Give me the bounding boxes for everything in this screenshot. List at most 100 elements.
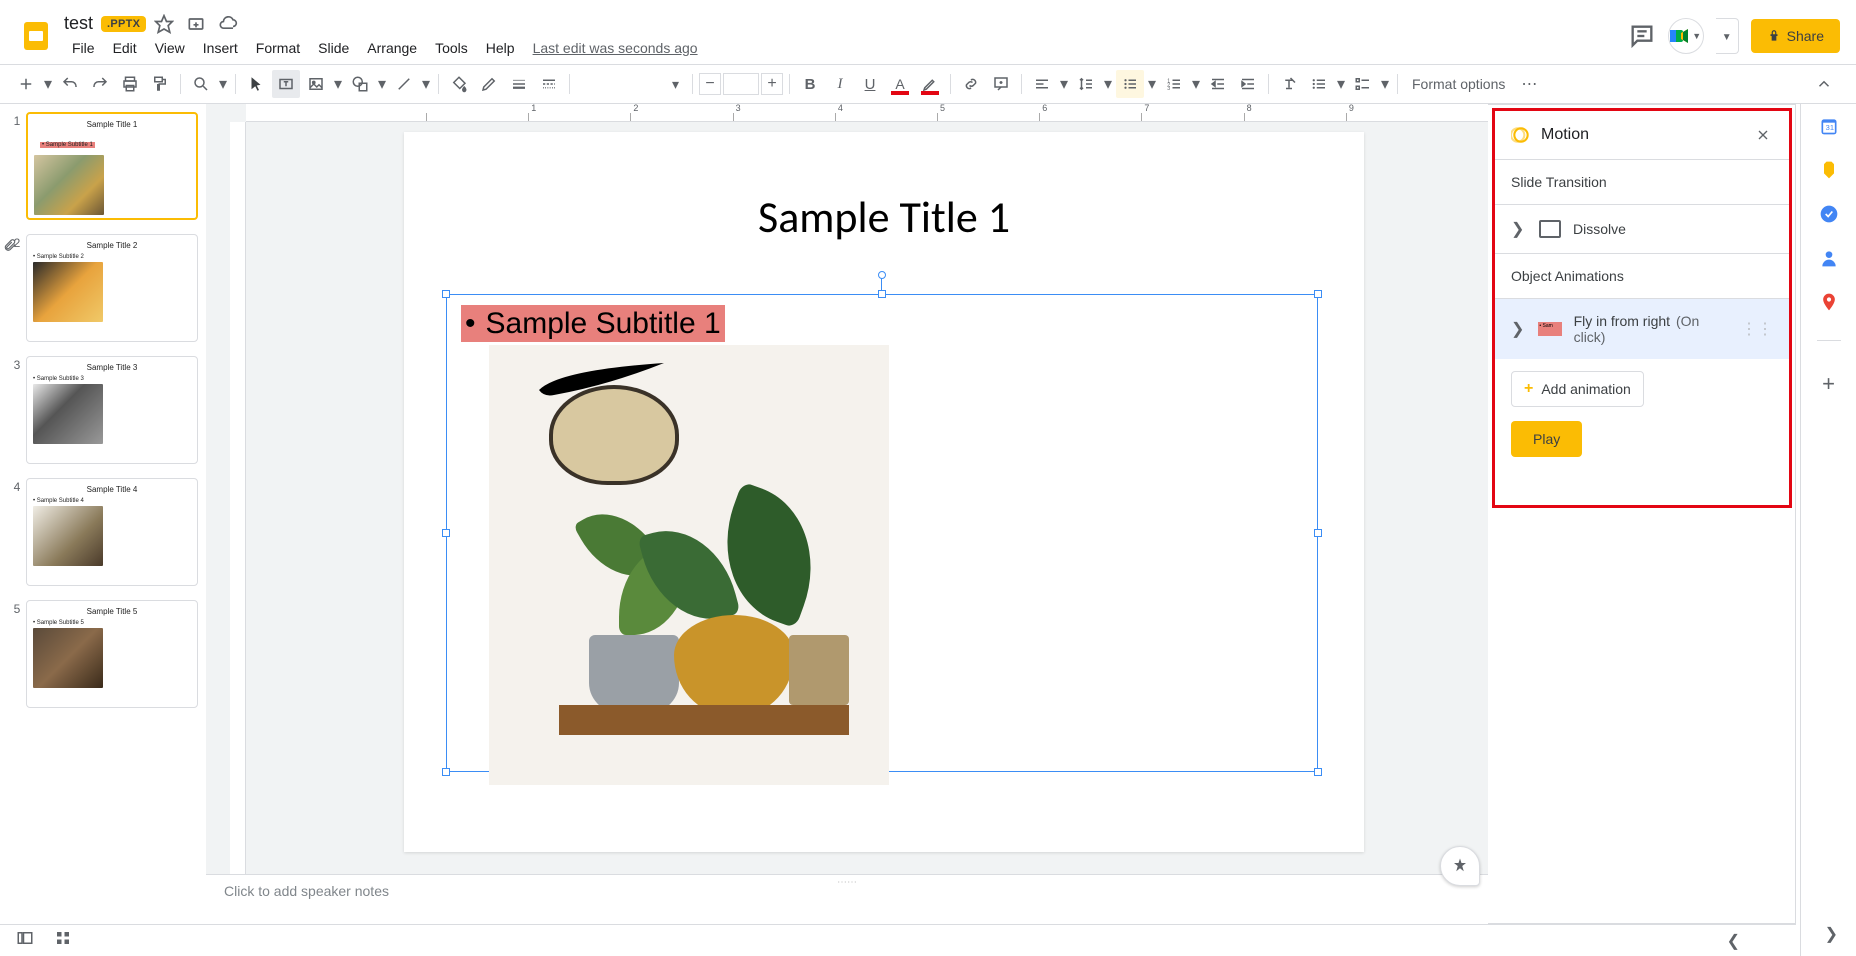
insert-comment-button[interactable] (987, 70, 1015, 98)
content-textbox[interactable]: •Sample Subtitle 1 (446, 294, 1318, 772)
drag-handle-icon[interactable]: ⋮⋮ (1741, 319, 1773, 339)
font-size-input[interactable] (723, 73, 759, 95)
font-size-decrease[interactable]: − (699, 73, 721, 95)
slides-logo-icon[interactable] (16, 16, 56, 56)
insert-link-button[interactable] (957, 70, 985, 98)
filmstrip[interactable]: 1 Sample Title 1 • Sample Subtitle 1 2 S… (0, 104, 206, 924)
bullet-list-button[interactable] (1116, 70, 1144, 98)
menu-view[interactable]: View (147, 38, 193, 58)
zoom-dropdown[interactable]: ▾ (217, 74, 229, 94)
slide-thumb-1[interactable]: 1 Sample Title 1 • Sample Subtitle 1 (8, 112, 198, 220)
resize-handle[interactable] (442, 290, 450, 298)
slide-thumb-2[interactable]: 2 Sample Title 2 • Sample Subtitle 2 (8, 234, 198, 342)
slide-title-text[interactable]: Sample Title 1 (404, 190, 1364, 244)
menu-edit[interactable]: Edit (105, 38, 145, 58)
menu-format[interactable]: Format (248, 38, 308, 58)
collapse-filmstrip-icon[interactable]: ❮ (1727, 931, 1740, 951)
clear-formatting-button[interactable] (1275, 70, 1303, 98)
decrease-indent-button[interactable] (1204, 70, 1232, 98)
comments-icon[interactable] (1628, 22, 1656, 50)
resize-handle[interactable] (442, 529, 450, 537)
select-tool-button[interactable] (242, 70, 270, 98)
bullet-list-dropdown[interactable]: ▾ (1146, 74, 1158, 94)
increase-indent-button[interactable] (1234, 70, 1262, 98)
list-options-button[interactable] (1305, 70, 1333, 98)
undo-button[interactable] (56, 70, 84, 98)
last-edit-link[interactable]: Last edit was seconds ago (533, 40, 698, 56)
redo-button[interactable] (86, 70, 114, 98)
line-spacing-button[interactable] (1072, 70, 1100, 98)
add-animation-button[interactable]: + Add animation (1511, 371, 1644, 407)
grid-view-icon[interactable] (54, 929, 72, 952)
share-button[interactable]: Share (1751, 19, 1840, 53)
format-options-button[interactable]: Format options (1404, 72, 1513, 96)
transition-row[interactable]: ❯ Dissolve (1495, 204, 1789, 253)
explore-button[interactable] (1440, 846, 1480, 886)
font-family-select[interactable]: ▾ (576, 72, 686, 96)
content-image[interactable] (489, 345, 889, 785)
cloud-status-icon[interactable] (218, 14, 238, 34)
tasks-icon[interactable] (1819, 204, 1839, 224)
slide-thumb-3[interactable]: 3 Sample Title 3 • Sample Subtitle 3 (8, 356, 198, 464)
menu-slide[interactable]: Slide (310, 38, 357, 58)
filmstrip-view-icon[interactable] (16, 929, 34, 952)
canvas-area[interactable]: 123456789 Sample Title 1 •Sample Subtitl… (206, 104, 1488, 924)
slideshow-dropdown[interactable]: ▼ (1716, 18, 1739, 54)
border-color-button[interactable] (475, 70, 503, 98)
border-dash-button[interactable] (535, 70, 563, 98)
speaker-notes-drag-handle[interactable]: ⋯⋯ (224, 877, 1470, 883)
more-tools-button[interactable]: ⋯ (1515, 70, 1543, 98)
resize-handle[interactable] (442, 768, 450, 776)
paint-format-button[interactable] (146, 70, 174, 98)
menu-tools[interactable]: Tools (427, 38, 476, 58)
meet-button[interactable]: ▼ (1668, 18, 1704, 54)
rotation-handle[interactable] (878, 271, 886, 279)
resize-handle[interactable] (1314, 768, 1322, 776)
align-dropdown[interactable]: ▾ (1058, 74, 1070, 94)
image-button[interactable] (302, 70, 330, 98)
numbered-list-dropdown[interactable]: ▾ (1190, 74, 1202, 94)
underline-button[interactable]: U (856, 70, 884, 98)
checklist-button[interactable] (1349, 70, 1377, 98)
calendar-icon[interactable]: 31 (1819, 116, 1839, 136)
border-weight-button[interactable] (505, 70, 533, 98)
add-addon-button[interactable]: + (1822, 371, 1835, 397)
fill-color-button[interactable] (445, 70, 473, 98)
menu-file[interactable]: File (64, 38, 103, 58)
bold-button[interactable]: B (796, 70, 824, 98)
highlight-color-button[interactable] (916, 70, 944, 98)
textbox-button[interactable] (272, 70, 300, 98)
zoom-button[interactable] (187, 70, 215, 98)
list-options-dropdown[interactable]: ▾ (1335, 74, 1347, 94)
contacts-icon[interactable] (1819, 248, 1839, 268)
numbered-list-button[interactable]: 123 (1160, 70, 1188, 98)
align-button[interactable] (1028, 70, 1056, 98)
checklist-dropdown[interactable]: ▾ (1379, 74, 1391, 94)
menu-help[interactable]: Help (478, 38, 523, 58)
text-color-button[interactable]: A (886, 70, 914, 98)
slide-thumb-5[interactable]: 5 Sample Title 5 • Sample Subtitle 5 (8, 600, 198, 708)
collapse-toolbar-button[interactable] (1810, 70, 1838, 98)
shape-button[interactable] (346, 70, 374, 98)
star-icon[interactable] (154, 14, 174, 34)
collapse-sidepanel-icon[interactable]: ❯ (1825, 924, 1838, 944)
image-dropdown[interactable]: ▾ (332, 74, 344, 94)
new-slide-button[interactable] (12, 70, 40, 98)
slide-canvas[interactable]: Sample Title 1 •Sample Subtitle 1 (404, 132, 1364, 852)
speaker-notes[interactable]: ⋯⋯ Click to add speaker notes (206, 874, 1488, 924)
font-size-increase[interactable]: + (761, 73, 783, 95)
line-spacing-dropdown[interactable]: ▾ (1102, 74, 1114, 94)
resize-handle[interactable] (878, 290, 886, 298)
close-icon[interactable] (1753, 125, 1773, 145)
slide-thumb-4[interactable]: 4 Sample Title 4 • Sample Subtitle 4 (8, 478, 198, 586)
resize-handle[interactable] (1314, 529, 1322, 537)
animation-row[interactable]: ❯ • Sam Fly in from right (On click) ⋮⋮ (1495, 298, 1789, 359)
print-button[interactable] (116, 70, 144, 98)
resize-handle[interactable] (1314, 290, 1322, 298)
line-button[interactable] (390, 70, 418, 98)
play-button[interactable]: Play (1511, 421, 1582, 457)
menu-arrange[interactable]: Arrange (359, 38, 425, 58)
new-slide-dropdown[interactable]: ▾ (42, 74, 54, 94)
shape-dropdown[interactable]: ▾ (376, 74, 388, 94)
italic-button[interactable]: I (826, 70, 854, 98)
